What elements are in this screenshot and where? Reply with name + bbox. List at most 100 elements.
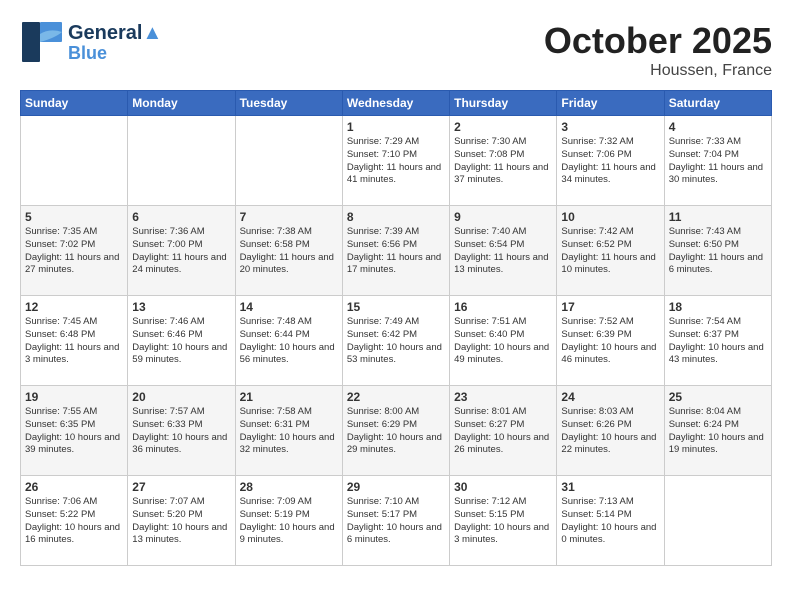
day-content: Sunrise: 7:33 AMSunset: 7:04 PMDaylight:… <box>669 136 767 187</box>
calendar-cell: 23 Sunrise: 8:01 AMSunset: 6:27 PMDayligh… <box>450 386 557 476</box>
day-number: 10 <box>561 210 659 224</box>
day-content: Sunrise: 7:52 AMSunset: 6:39 PMDaylight:… <box>561 316 659 367</box>
calendar-cell: 25 Sunrise: 8:04 AMSunset: 6:24 PMDayligh… <box>664 386 771 476</box>
day-content: Sunrise: 7:57 AMSunset: 6:33 PMDaylight:… <box>132 406 230 457</box>
week-row-3: 12Sunrise: 7:45 AMSunset: 6:48 PMDayligh… <box>21 296 772 386</box>
day-number: 29 <box>347 480 445 494</box>
calendar-cell: 29 Sunrise: 7:10 AMSunset: 5:17 PMDayligh… <box>342 476 449 566</box>
calendar-cell: 5 Sunrise: 7:35 AMSunset: 7:02 PMDaylight… <box>21 206 128 296</box>
calendar-cell: 22 Sunrise: 8:00 AMSunset: 6:29 PMDayligh… <box>342 386 449 476</box>
calendar-cell: 4Sunrise: 7:33 AMSunset: 7:04 PMDaylight… <box>664 116 771 206</box>
header-wednesday: Wednesday <box>342 91 449 116</box>
calendar-cell: 13 Sunrise: 7:46 AMSunset: 6:46 PMDayligh… <box>128 296 235 386</box>
day-number: 14 <box>240 300 338 314</box>
calendar-table: SundayMondayTuesdayWednesdayThursdayFrid… <box>20 90 772 566</box>
calendar-cell: 3 Sunrise: 7:32 AMSunset: 7:06 PMDaylight… <box>557 116 664 206</box>
calendar-cell: 30 Sunrise: 7:12 AMSunset: 5:15 PMDayligh… <box>450 476 557 566</box>
day-content: Sunrise: 7:12 AMSunset: 5:15 PMDaylight:… <box>454 496 552 547</box>
day-number: 18 <box>669 300 767 314</box>
day-content: Sunrise: 7:07 AMSunset: 5:20 PMDaylight:… <box>132 496 230 547</box>
calendar-header-row: SundayMondayTuesdayWednesdayThursdayFrid… <box>21 91 772 116</box>
day-content: Sunrise: 7:29 AMSunset: 7:10 PMDaylight:… <box>347 136 445 187</box>
day-content: Sunrise: 8:03 AMSunset: 6:26 PMDaylight:… <box>561 406 659 457</box>
day-number: 30 <box>454 480 552 494</box>
day-content: Sunrise: 7:45 AMSunset: 6:48 PMDaylight:… <box>25 316 123 367</box>
day-number: 20 <box>132 390 230 404</box>
day-number: 27 <box>132 480 230 494</box>
week-row-1: 1 Sunrise: 7:29 AMSunset: 7:10 PMDaylight… <box>21 116 772 206</box>
day-number: 13 <box>132 300 230 314</box>
day-number: 9 <box>454 210 552 224</box>
day-number: 16 <box>454 300 552 314</box>
calendar-cell <box>128 116 235 206</box>
day-number: 21 <box>240 390 338 404</box>
month-title: October 2025 <box>544 20 772 62</box>
day-number: 5 <box>25 210 123 224</box>
calendar-cell: 18Sunrise: 7:54 AMSunset: 6:37 PMDayligh… <box>664 296 771 386</box>
header-thursday: Thursday <box>450 91 557 116</box>
calendar-cell: 14Sunrise: 7:48 AMSunset: 6:44 PMDayligh… <box>235 296 342 386</box>
day-content: Sunrise: 7:35 AMSunset: 7:02 PMDaylight:… <box>25 226 123 277</box>
calendar-cell: 20 Sunrise: 7:57 AMSunset: 6:33 PMDayligh… <box>128 386 235 476</box>
calendar-cell: 17 Sunrise: 7:52 AMSunset: 6:39 PMDayligh… <box>557 296 664 386</box>
header-tuesday: Tuesday <box>235 91 342 116</box>
day-content: Sunrise: 7:46 AMSunset: 6:46 PMDaylight:… <box>132 316 230 367</box>
day-content: Sunrise: 7:58 AMSunset: 6:31 PMDaylight:… <box>240 406 338 457</box>
day-content: Sunrise: 7:43 AMSunset: 6:50 PMDaylight:… <box>669 226 767 277</box>
day-number: 2 <box>454 120 552 134</box>
calendar-cell <box>21 116 128 206</box>
day-content: Sunrise: 7:32 AMSunset: 7:06 PMDaylight:… <box>561 136 659 187</box>
day-number: 28 <box>240 480 338 494</box>
header-friday: Friday <box>557 91 664 116</box>
calendar-cell: 31Sunrise: 7:13 AMSunset: 5:14 PMDayligh… <box>557 476 664 566</box>
calendar-cell: 24 Sunrise: 8:03 AMSunset: 6:26 PMDayligh… <box>557 386 664 476</box>
day-content: Sunrise: 8:04 AMSunset: 6:24 PMDaylight:… <box>669 406 767 457</box>
day-number: 25 <box>669 390 767 404</box>
calendar-cell: 2 Sunrise: 7:30 AMSunset: 7:08 PMDaylight… <box>450 116 557 206</box>
day-number: 3 <box>561 120 659 134</box>
title-block: October 2025 Houssen, France <box>544 20 772 80</box>
day-number: 8 <box>347 210 445 224</box>
calendar-cell: 8Sunrise: 7:39 AMSunset: 6:56 PMDaylight… <box>342 206 449 296</box>
calendar-cell: 1 Sunrise: 7:29 AMSunset: 7:10 PMDaylight… <box>342 116 449 206</box>
day-number: 22 <box>347 390 445 404</box>
calendar-cell: 15Sunrise: 7:49 AMSunset: 6:42 PMDayligh… <box>342 296 449 386</box>
header-sunday: Sunday <box>21 91 128 116</box>
day-content: Sunrise: 7:13 AMSunset: 5:14 PMDaylight:… <box>561 496 659 547</box>
day-content: Sunrise: 8:00 AMSunset: 6:29 PMDaylight:… <box>347 406 445 457</box>
day-content: Sunrise: 7:49 AMSunset: 6:42 PMDaylight:… <box>347 316 445 367</box>
day-content: Sunrise: 7:10 AMSunset: 5:17 PMDaylight:… <box>347 496 445 547</box>
calendar-cell: 9Sunrise: 7:40 AMSunset: 6:54 PMDaylight… <box>450 206 557 296</box>
week-row-4: 19Sunrise: 7:55 AMSunset: 6:35 PMDayligh… <box>21 386 772 476</box>
logo-icon <box>20 20 64 64</box>
calendar-cell: 28Sunrise: 7:09 AMSunset: 5:19 PMDayligh… <box>235 476 342 566</box>
calendar-cell <box>235 116 342 206</box>
day-number: 26 <box>25 480 123 494</box>
week-row-2: 5 Sunrise: 7:35 AMSunset: 7:02 PMDaylight… <box>21 206 772 296</box>
day-content: Sunrise: 7:36 AMSunset: 7:00 PMDaylight:… <box>132 226 230 277</box>
day-content: Sunrise: 7:30 AMSunset: 7:08 PMDaylight:… <box>454 136 552 187</box>
day-number: 19 <box>25 390 123 404</box>
calendar-cell: 27 Sunrise: 7:07 AMSunset: 5:20 PMDayligh… <box>128 476 235 566</box>
logo-name: General▲ <box>68 22 162 44</box>
day-number: 23 <box>454 390 552 404</box>
day-content: Sunrise: 7:51 AMSunset: 6:40 PMDaylight:… <box>454 316 552 367</box>
week-row-5: 26 Sunrise: 7:06 AMSunset: 5:22 PMDayligh… <box>21 476 772 566</box>
header-saturday: Saturday <box>664 91 771 116</box>
day-number: 1 <box>347 120 445 134</box>
calendar-cell: 16 Sunrise: 7:51 AMSunset: 6:40 PMDayligh… <box>450 296 557 386</box>
day-number: 7 <box>240 210 338 224</box>
page-header: General▲ Blue October 2025 Houssen, Fran… <box>20 20 772 80</box>
day-content: Sunrise: 7:06 AMSunset: 5:22 PMDaylight:… <box>25 496 123 547</box>
header-monday: Monday <box>128 91 235 116</box>
calendar-cell: 6Sunrise: 7:36 AMSunset: 7:00 PMDaylight… <box>128 206 235 296</box>
calendar-cell: 11Sunrise: 7:43 AMSunset: 6:50 PMDayligh… <box>664 206 771 296</box>
day-number: 17 <box>561 300 659 314</box>
calendar-cell: 26 Sunrise: 7:06 AMSunset: 5:22 PMDayligh… <box>21 476 128 566</box>
calendar-cell: 19Sunrise: 7:55 AMSunset: 6:35 PMDayligh… <box>21 386 128 476</box>
calendar-cell <box>664 476 771 566</box>
location: Houssen, France <box>544 62 772 80</box>
day-content: Sunrise: 7:38 AMSunset: 6:58 PMDaylight:… <box>240 226 338 277</box>
day-content: Sunrise: 8:01 AMSunset: 6:27 PMDaylight:… <box>454 406 552 457</box>
day-number: 24 <box>561 390 659 404</box>
